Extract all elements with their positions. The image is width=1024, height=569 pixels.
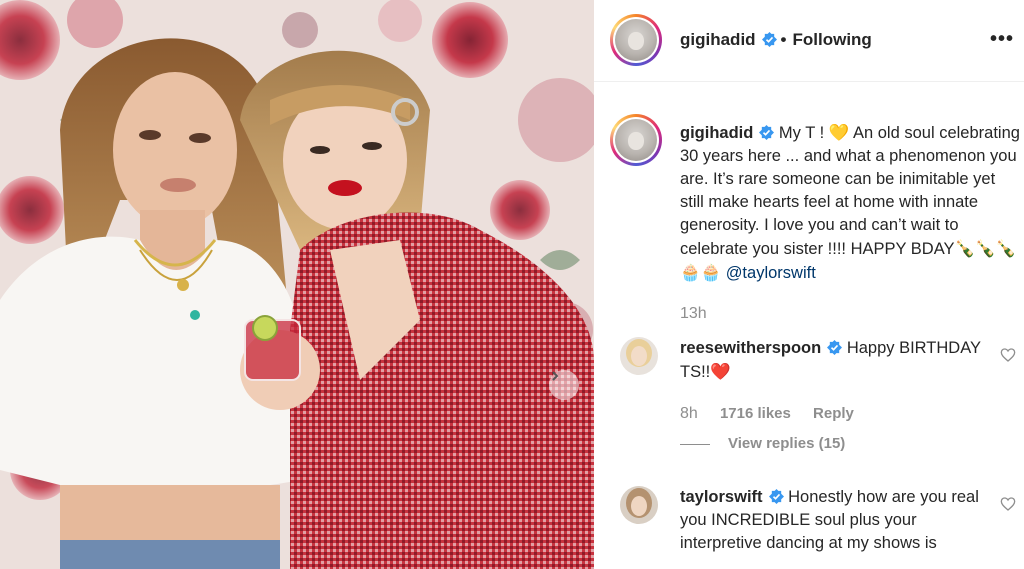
comment-avatar[interactable]: [620, 337, 658, 375]
verified-badge-icon: [761, 32, 777, 47]
avatar-image: [620, 486, 658, 524]
caption-timestamp: 13h: [680, 305, 707, 322]
comment-username[interactable]: reesewitherspoon: [680, 339, 821, 357]
comment-username[interactable]: taylorswift: [680, 488, 763, 506]
caption-username[interactable]: gigihadid: [680, 124, 753, 142]
comment-meta: 8h 1716 likes Reply: [680, 405, 872, 423]
separator-dot: •: [780, 30, 787, 49]
reply-button[interactable]: Reply: [813, 405, 854, 422]
verified-badge-icon: [827, 340, 843, 355]
more-options-icon[interactable]: •••: [990, 28, 1014, 51]
verified-badge-icon: [759, 125, 775, 140]
comment-body: taylorswift Honestly how are you real yo…: [680, 486, 990, 555]
post-header: gigihadid • Following •••: [594, 0, 1024, 82]
caption-text-start: My T !: [778, 124, 825, 142]
post-caption: gigihadid My T ! 💛 An old soul celebrati…: [680, 121, 1020, 285]
author-avatar[interactable]: [610, 14, 662, 66]
view-replies-button[interactable]: View replies (15): [680, 435, 845, 452]
like-heart-icon[interactable]: [1000, 347, 1016, 363]
avatar-image: [620, 337, 658, 375]
post-photo: [0, 0, 594, 569]
view-replies-label: View replies (15): [728, 435, 846, 452]
mention-link[interactable]: @taylorswift: [726, 264, 816, 282]
red-heart-emoji: ❤️: [710, 362, 731, 381]
following-button[interactable]: Following: [793, 30, 872, 49]
comment-timestamp: 8h: [680, 405, 698, 422]
header-username-line: gigihadid • Following: [680, 30, 872, 50]
comment-likes[interactable]: 1716 likes: [720, 405, 791, 422]
verified-badge-icon: [768, 489, 784, 504]
comment-body: reesewitherspoon Happy BIRTHDAY TS!!❤️: [680, 337, 990, 384]
author-username[interactable]: gigihadid: [680, 30, 756, 49]
chevron-right-icon: [552, 371, 559, 381]
caption-author-avatar[interactable]: [610, 114, 662, 166]
photo-illustration: [0, 0, 594, 569]
caption-text-body: An old soul celebrating 30 years here ..…: [680, 124, 1020, 258]
yellow-heart-emoji: 💛: [828, 123, 850, 142]
like-heart-icon[interactable]: [1000, 496, 1016, 512]
replies-divider: [680, 443, 710, 445]
post-side-panel: gigihadid • Following ••• gigihadid My T …: [594, 0, 1024, 569]
comment-avatar[interactable]: [620, 486, 658, 524]
carousel-next-button[interactable]: [549, 370, 579, 400]
